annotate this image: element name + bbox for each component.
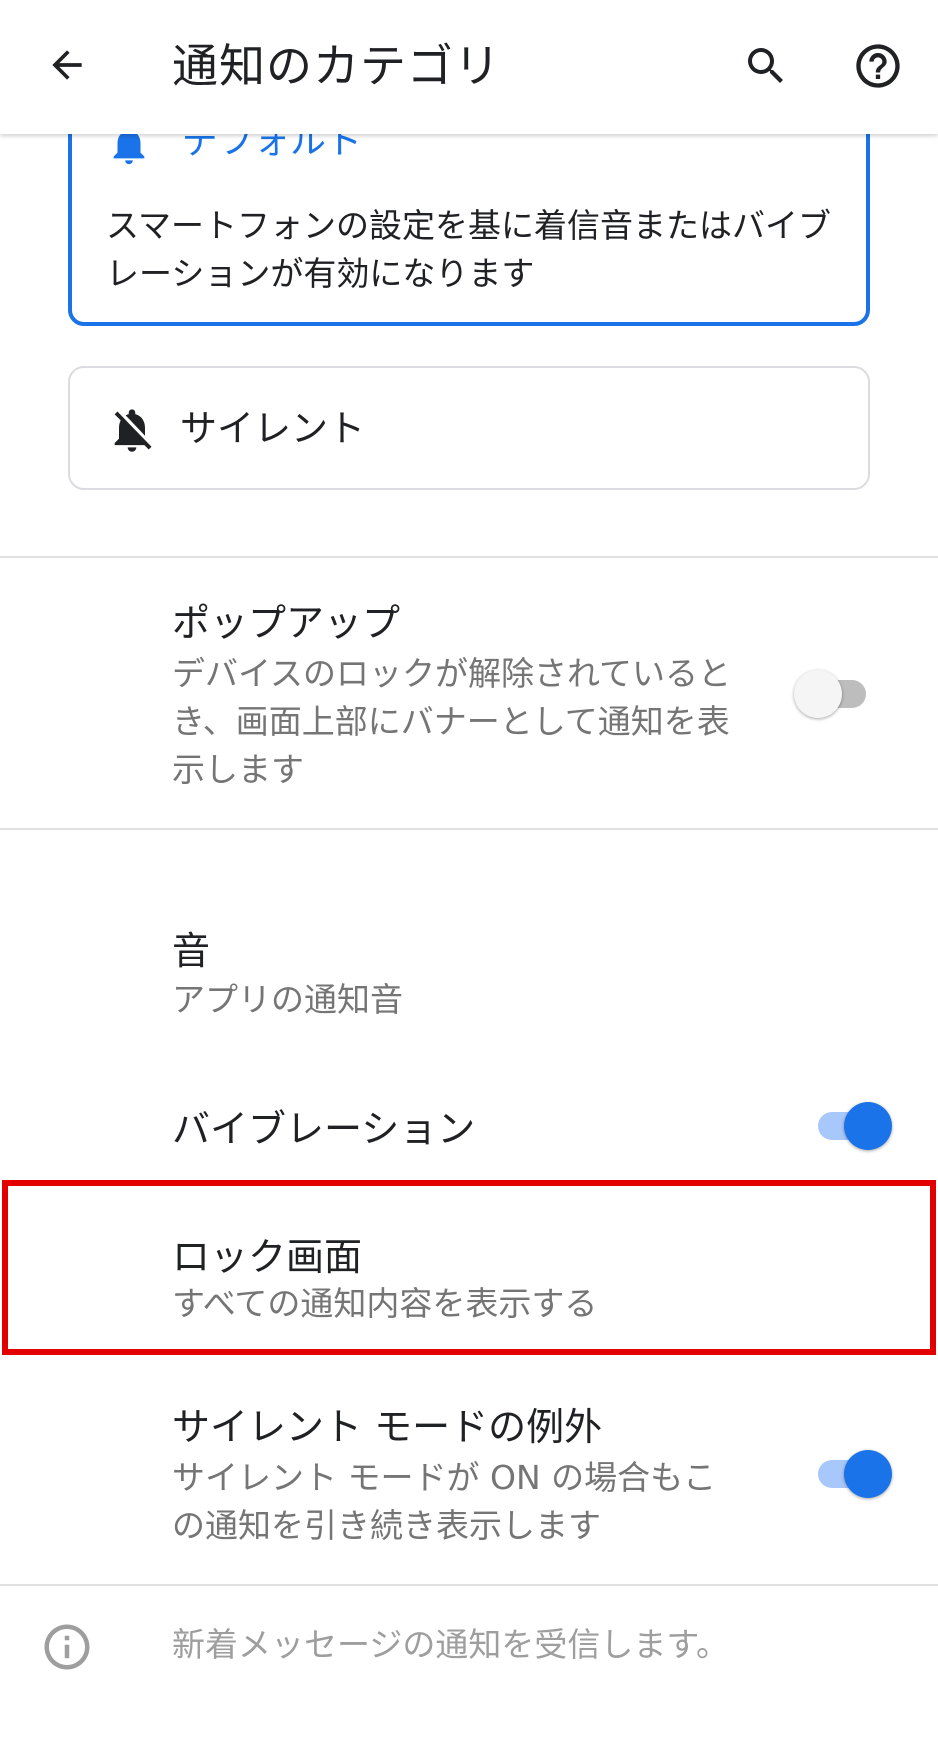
popup-setting-row[interactable]: ポップアップ デバイスのロックが解除されているとき、画面上部にバナーとして通知を… (0, 558, 938, 828)
option-default-description: スマートフォンの設定を基に着信音またはバイブレーションが有効になります (106, 206, 832, 293)
back-button[interactable] (40, 38, 94, 92)
toggle-thumb (844, 1102, 892, 1150)
sound-setting-row[interactable]: 音 アプリの通知音 (0, 910, 938, 1040)
page-title: 通知のカテゴリ (172, 39, 501, 93)
sound-summary: アプリの通知音 (172, 980, 403, 1019)
vibration-setting-row[interactable]: バイブレーション (0, 1084, 938, 1180)
dnd-override-title: サイレント モードの例外 (172, 1405, 603, 1449)
footer-info-text: 新着メッセージの通知を受信します。 (172, 1625, 730, 1664)
popup-summary: デバイスのロックが解除されているとき、画面上部にバナーとして通知を表示します (172, 654, 732, 789)
search-button[interactable] (738, 38, 794, 94)
help-circle-icon (856, 44, 900, 88)
divider (0, 1584, 938, 1586)
toggle-thumb (844, 1450, 892, 1498)
search-icon (748, 48, 783, 83)
popup-title: ポップアップ (172, 601, 401, 645)
toggle-thumb (794, 670, 842, 718)
dnd-override-summary: サイレント モードが ON の場合もこの通知を引き続き表示します (172, 1458, 717, 1545)
dnd-override-toggle[interactable] (808, 1446, 892, 1502)
option-silent-label: サイレント (180, 407, 365, 450)
option-silent-card[interactable]: サイレント (68, 366, 870, 490)
app-bar: 通知のカテゴリ (0, 0, 938, 134)
sound-title: 音 (172, 929, 211, 973)
bell-off-icon (114, 409, 152, 452)
dnd-override-setting-row[interactable]: サイレント モードの例外 サイレント モードが ON の場合もこの通知を引き続き… (0, 1380, 938, 1584)
info-icon (44, 1624, 90, 1670)
divider (0, 828, 938, 830)
help-button[interactable] (850, 38, 906, 94)
arrow-back-icon (52, 50, 82, 80)
popup-toggle[interactable] (794, 666, 878, 722)
notification-category-screen: デフォルト スマートフォンの設定を基に着信音またはバイブレーションが有効になりま… (0, 0, 938, 1745)
highlight-box (2, 1180, 936, 1355)
vibration-title: バイブレーション (172, 1107, 476, 1151)
vibration-toggle[interactable] (808, 1098, 892, 1154)
